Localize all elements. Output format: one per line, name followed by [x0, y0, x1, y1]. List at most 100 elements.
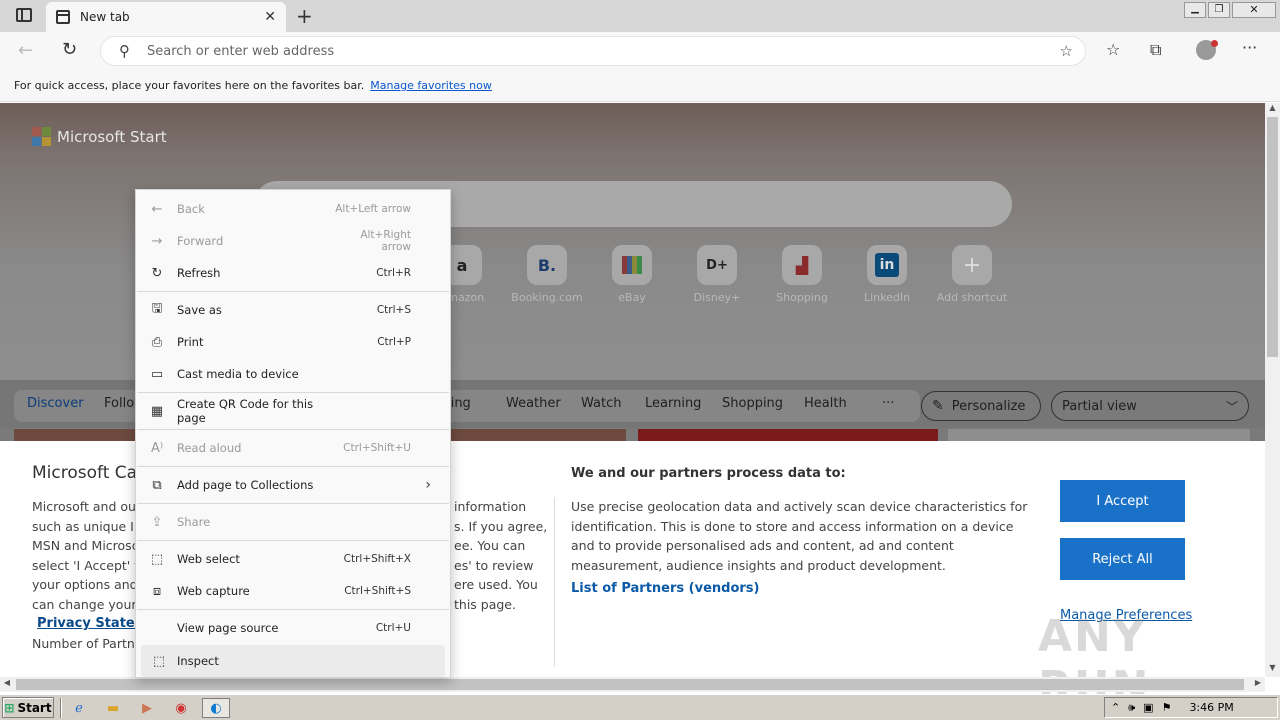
volume-icon[interactable]: 🕪 — [1128, 701, 1135, 715]
menu-shortcut: Ctrl+P — [377, 336, 411, 348]
manage-favorites-link[interactable]: Manage favorites now — [370, 79, 492, 92]
feed-card[interactable] — [948, 429, 1250, 441]
consent-line: such as unique ID — [32, 518, 144, 534]
horizontal-scroll-thumb[interactable] — [16, 679, 1244, 690]
favorites-icon[interactable]: ☆ — [1106, 40, 1120, 59]
accept-button[interactable]: I Accept — [1060, 480, 1185, 522]
refresh-icon: ↻ — [151, 265, 163, 281]
menu-separator — [137, 291, 449, 292]
flag-icon[interactable]: ⚑ — [1162, 701, 1172, 714]
start-button[interactable]: ⊞ Start — [2, 697, 54, 718]
network-icon[interactable]: ▣ — [1143, 701, 1153, 714]
view-select[interactable]: Partial view ﹀ — [1051, 391, 1249, 421]
tab-new-tab[interactable]: New tab ✕ — [46, 2, 286, 32]
consent-line: information — [454, 499, 527, 514]
new-tab-icon[interactable]: + — [296, 4, 313, 28]
scroll-down-icon[interactable]: ▼ — [1265, 663, 1280, 677]
collections-icon[interactable]: ⧉ — [1150, 40, 1161, 60]
menu-separator — [137, 466, 449, 467]
shortcut-label: Disney+ — [693, 291, 741, 304]
shortcut-booking[interactable]: B. Booking.com — [507, 245, 587, 304]
refresh-icon[interactable]: ↻ — [62, 39, 77, 60]
folder-icon[interactable]: ▬ — [102, 698, 124, 718]
personalize-label: Personalize — [951, 398, 1026, 414]
menu-label: Web select — [177, 552, 240, 566]
consent-line: can change your s — [32, 596, 147, 612]
consent-line: select 'I Accept' to — [32, 557, 147, 573]
menu-label: Add page to Collections — [177, 478, 314, 492]
pencil-icon: ✎ — [932, 398, 944, 414]
nav-learning[interactable]: Learning — [645, 396, 701, 411]
menu-shortcut: Ctrl+R — [376, 267, 411, 279]
consent-right-body: Use precise geolocation data and activel… — [571, 499, 1028, 573]
feed-card[interactable] — [638, 429, 938, 441]
collections-icon: ⧉ — [152, 477, 162, 493]
logo-text: Microsoft Start — [57, 127, 167, 146]
web-capture-icon: ⧈ — [152, 583, 162, 599]
tray-expand-icon[interactable]: ⌃ — [1111, 701, 1120, 714]
window-controls: ▁ ❐ ✕ — [1184, 2, 1278, 18]
address-bar[interactable]: ⚲ Search or enter web address ☆ — [100, 36, 1086, 66]
add-favorite-icon[interactable]: ☆ — [1060, 42, 1073, 60]
shortcut-label: Shopping — [776, 291, 828, 304]
nav-watch[interactable]: Watch — [581, 396, 621, 411]
shortcut-label: LinkedIn — [863, 291, 911, 304]
microsoft-start-logo[interactable]: Microsoft Start — [32, 127, 167, 146]
internet-explorer-icon[interactable]: ℯ — [68, 698, 90, 718]
shortcut-add[interactable]: + Add shortcut — [932, 245, 1012, 304]
media-player-icon[interactable]: ▶ — [136, 698, 158, 718]
linkedin-icon: in — [867, 245, 907, 285]
scroll-right-icon[interactable]: ▶ — [1251, 678, 1265, 687]
menu-item-web-select[interactable]: ⬚ Web select Ctrl+Shift+X — [137, 543, 449, 575]
shortcut-shopping[interactable]: ▟ Shopping — [762, 245, 842, 304]
tab-favicon-icon — [56, 10, 70, 24]
close-tab-icon[interactable]: ✕ — [264, 9, 276, 25]
close-window-icon[interactable]: ✕ — [1232, 2, 1276, 18]
menu-item-inspect[interactable]: ⬚ Inspect — [141, 645, 445, 677]
horizontal-scrollbar[interactable]: ◀ ▶ — [0, 677, 1265, 692]
restore-icon[interactable]: ❐ — [1208, 2, 1230, 18]
reject-all-button[interactable]: Reject All — [1060, 538, 1185, 580]
menu-item-save-as[interactable]: 🖫 Save as Ctrl+S — [137, 294, 449, 326]
chrome-icon[interactable]: ◉ — [170, 698, 192, 718]
menu-item-qr-code[interactable]: ▦ Create QR Code for this page — [137, 395, 449, 427]
shortcut-linkedin[interactable]: in LinkedIn — [847, 245, 927, 304]
menu-shortcut: Ctrl+Shift+U — [343, 442, 411, 454]
menu-item-view-source[interactable]: View page source Ctrl+U — [137, 612, 449, 644]
menu-label: Read aloud — [177, 441, 242, 455]
shortcut-ebay[interactable]: eBay — [592, 245, 672, 304]
nav-more-icon[interactable]: ··· — [882, 396, 894, 411]
edge-icon[interactable]: ◐ — [202, 698, 230, 718]
scroll-left-icon[interactable]: ◀ — [0, 678, 14, 687]
read-aloud-icon: A⁾ — [150, 440, 164, 456]
menu-separator — [137, 503, 449, 504]
back-icon[interactable]: ← — [18, 40, 33, 61]
nav-weather[interactable]: Weather — [506, 396, 561, 411]
partners-list-link[interactable]: List of Partners (vendors) — [571, 581, 759, 596]
menu-item-read-aloud: A⁾ Read aloud Ctrl+Shift+U — [137, 432, 449, 464]
nav-discover[interactable]: Discover — [27, 396, 84, 411]
nav-shopping[interactable]: Shopping — [722, 396, 783, 411]
vertical-scrollbar[interactable]: ▲ ▼ — [1265, 103, 1280, 677]
menu-item-web-capture[interactable]: ⧈ Web capture Ctrl+Shift+S — [137, 575, 449, 607]
ebay-icon — [612, 245, 652, 285]
menu-label: Inspect — [177, 654, 219, 668]
tab-bar: New tab ✕ + ▁ ❐ ✕ — [0, 0, 1280, 32]
tab-actions-icon[interactable] — [16, 8, 32, 22]
settings-more-icon[interactable]: ··· — [1242, 38, 1257, 57]
scroll-up-icon[interactable]: ▲ — [1265, 103, 1280, 117]
nav-health[interactable]: Health — [804, 396, 847, 411]
menu-item-cast[interactable]: ▭ Cast media to device — [137, 358, 449, 390]
vertical-scroll-thumb[interactable] — [1267, 117, 1278, 357]
consent-line: es' to review — [454, 557, 534, 573]
consent-mid-text: information s. If you agree, ee. You can… — [454, 497, 547, 614]
menu-item-collections[interactable]: ⧉ Add page to Collections › — [137, 469, 449, 501]
minimize-icon[interactable]: ▁ — [1184, 2, 1206, 18]
consent-left-text: Microsoft and our such as unique ID MSN … — [32, 497, 147, 614]
profile-avatar[interactable] — [1196, 40, 1218, 60]
shortcut-disney[interactable]: D+ Disney+ — [677, 245, 757, 304]
personalize-button[interactable]: ✎ Personalize — [921, 391, 1041, 421]
menu-item-print[interactable]: ⎙ Print Ctrl+P — [137, 326, 449, 358]
clock[interactable]: 3:46 PM — [1189, 701, 1233, 714]
menu-item-refresh[interactable]: ↻ Refresh Ctrl+R — [137, 257, 449, 289]
